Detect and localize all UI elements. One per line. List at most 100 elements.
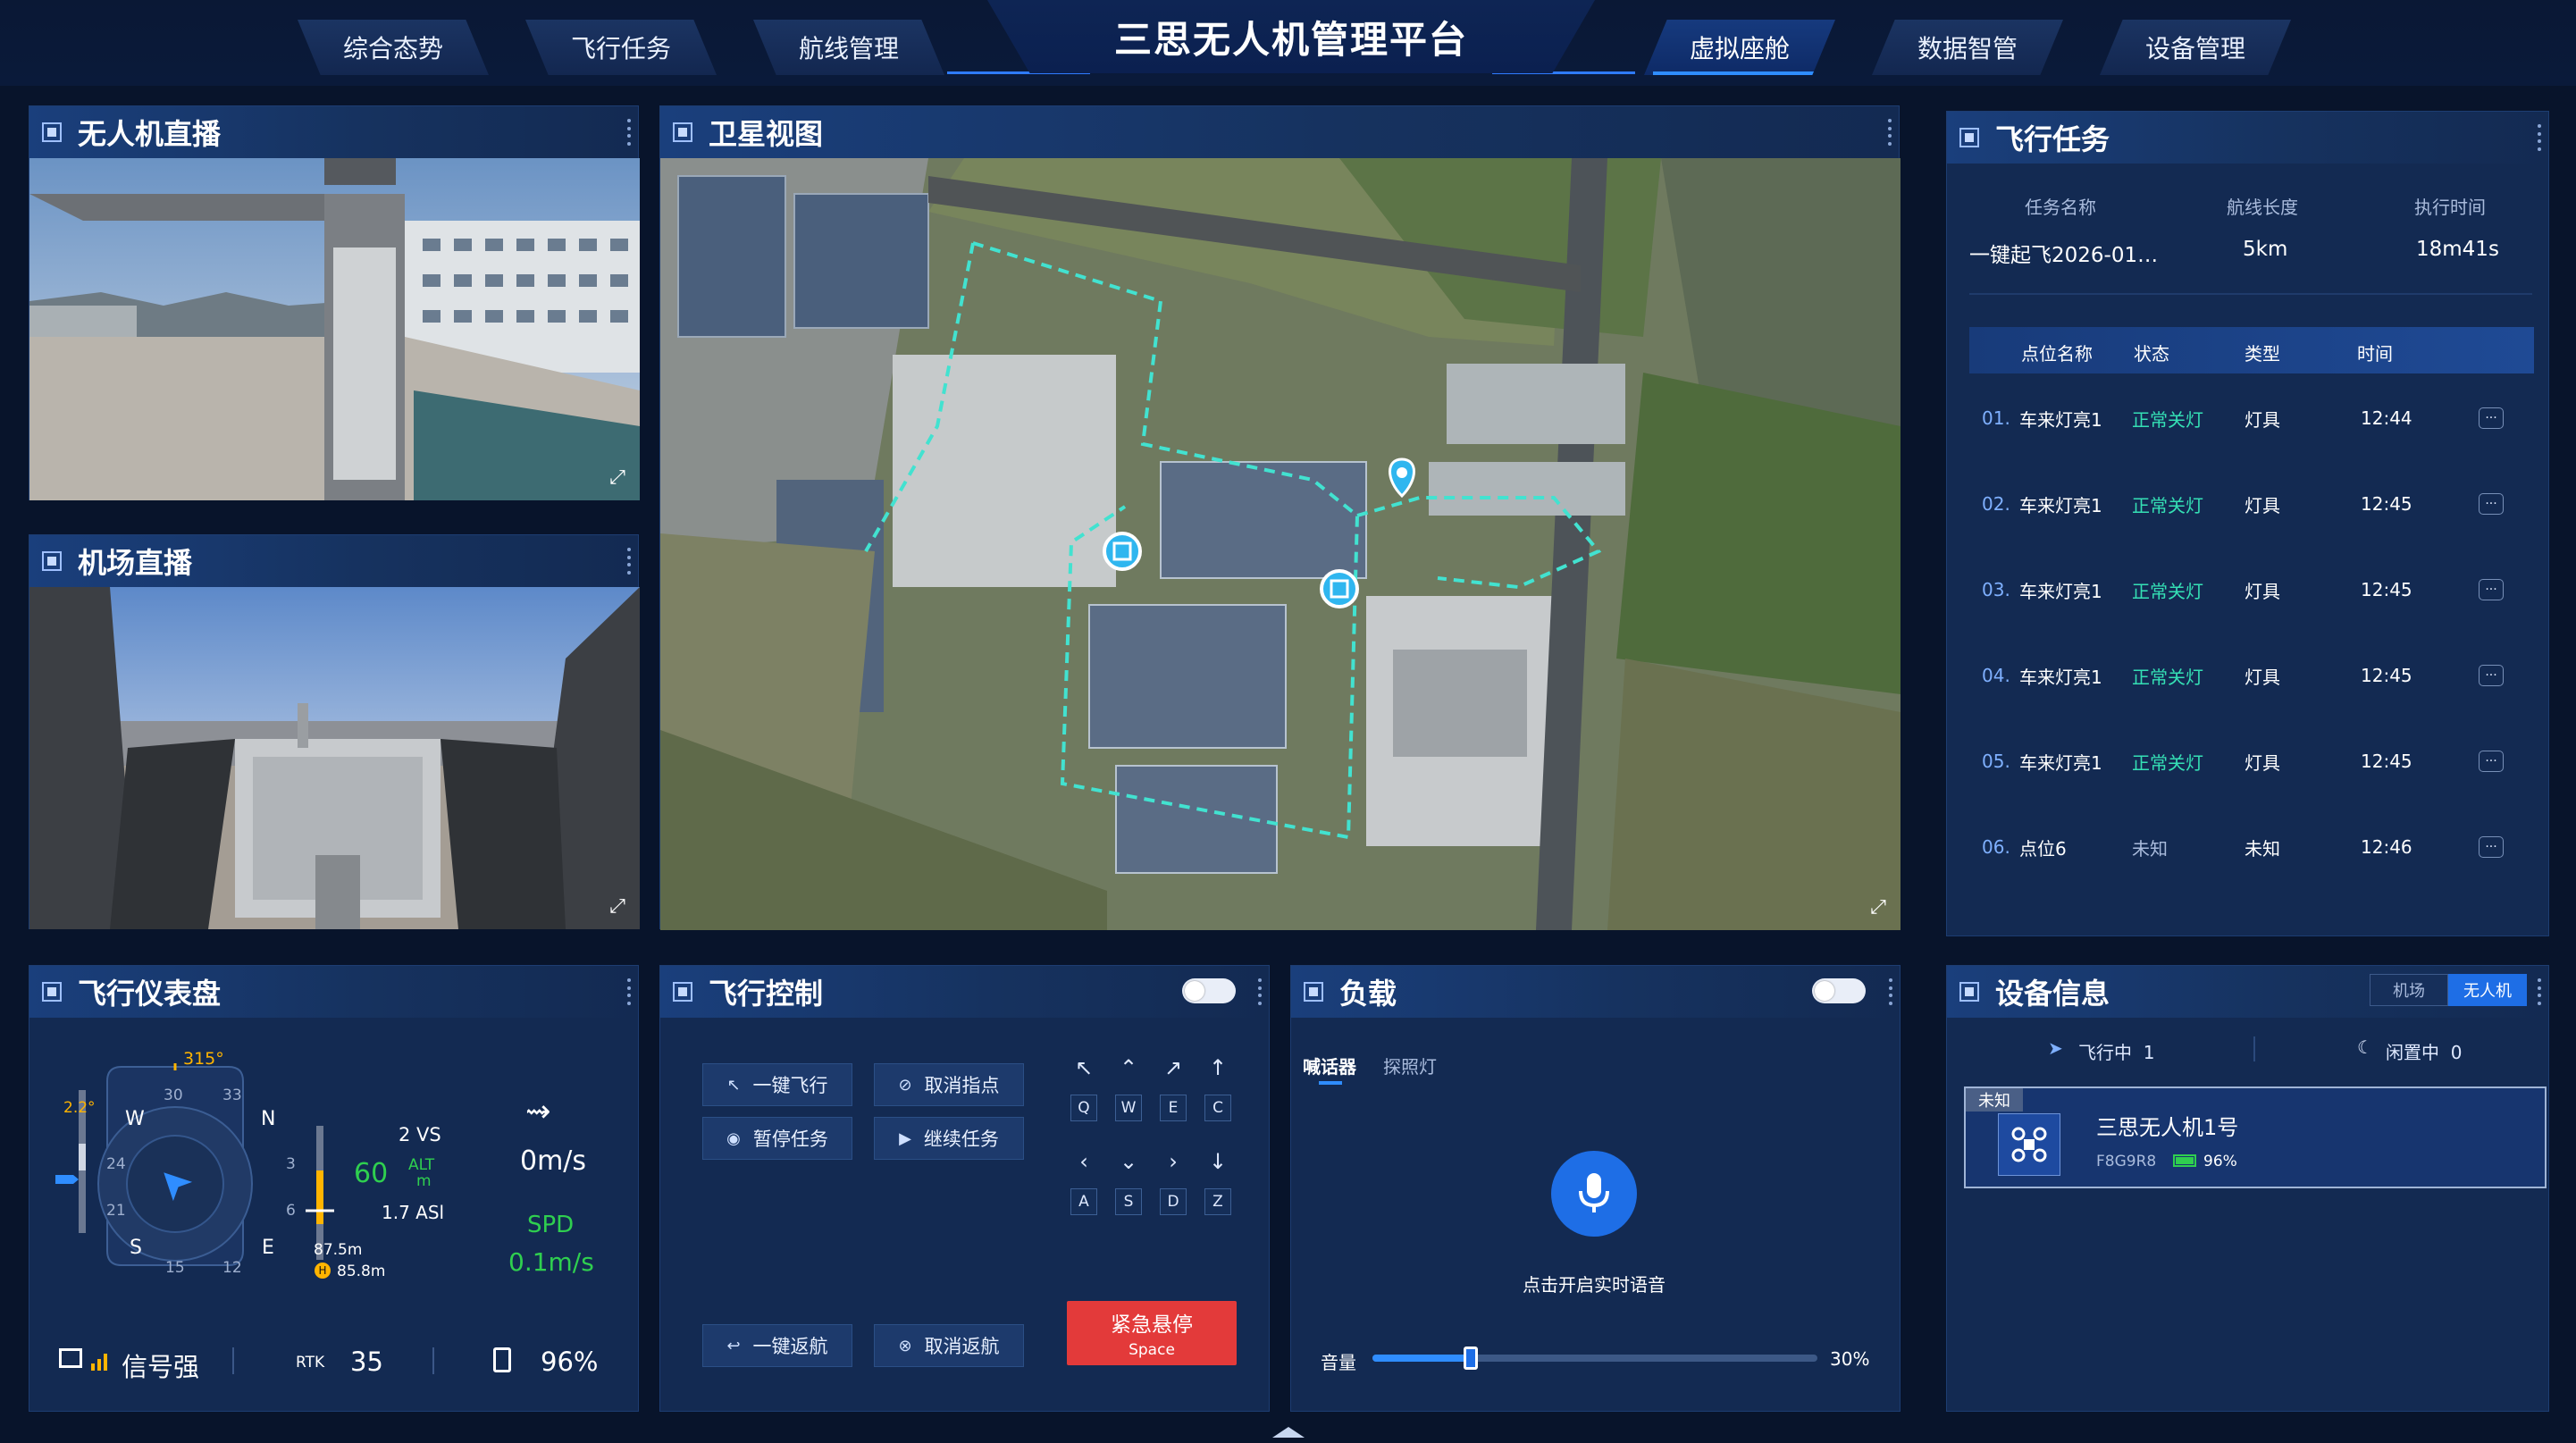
- tab-searchlight[interactable]: 探照灯: [1383, 1053, 1437, 1078]
- arrow-up-left-icon: ↖: [1074, 1055, 1094, 1080]
- control-toggle[interactable]: [1182, 978, 1236, 1003]
- more-icon[interactable]: [627, 548, 633, 575]
- more-icon[interactable]: [1258, 978, 1263, 1005]
- fullscreen-icon[interactable]: ⤢: [606, 895, 629, 919]
- tab-route-management[interactable]: 航线管理: [753, 20, 944, 75]
- arrow-up-icon: ⌃: [1119, 1055, 1138, 1080]
- panel-title: 负载: [1339, 977, 1397, 1011]
- waypoint-index: 02.: [1982, 493, 2010, 515]
- waypoint-row[interactable]: 04. 车来灯亮1 正常关灯 灯具 12:45 ···: [1971, 658, 2525, 693]
- tab-virtual-cockpit[interactable]: 虚拟座舱: [1644, 20, 1835, 75]
- col-task-name: 任务名称: [2025, 197, 2096, 218]
- more-icon[interactable]: [627, 119, 633, 146]
- fullscreen-icon[interactable]: ⤢: [606, 466, 629, 490]
- row-more-button[interactable]: ···: [2479, 407, 2504, 429]
- cancel-icon: ⊗: [898, 1336, 912, 1355]
- key-w[interactable]: W: [1115, 1095, 1142, 1121]
- tick-12: 12: [222, 1259, 242, 1277]
- more-icon[interactable]: [1888, 119, 1893, 146]
- return-home-button[interactable]: ↩ 一键返航: [702, 1324, 852, 1367]
- waypoint-status: 正常关灯: [2132, 580, 2203, 602]
- key-c[interactable]: C: [1204, 1095, 1231, 1121]
- status-badge: 未知: [1966, 1088, 2023, 1112]
- airport-live-panel: 机场直播 ⤢: [29, 534, 640, 929]
- page-title: 三思无人机管理平台: [987, 0, 1595, 73]
- waypoint-type: 灯具: [2245, 580, 2280, 602]
- emergency-hover-button[interactable]: 紧急悬停 Space: [1067, 1301, 1237, 1365]
- key-s[interactable]: S: [1115, 1188, 1142, 1215]
- row-more-button[interactable]: ···: [2479, 579, 2504, 600]
- waypoint-type: 灯具: [2245, 751, 2280, 774]
- waypoint-type: 灯具: [2245, 408, 2280, 431]
- volume-thumb[interactable]: [1463, 1347, 1478, 1370]
- row-more-button[interactable]: ···: [2479, 493, 2504, 515]
- waypoint-status: 正常关灯: [2132, 751, 2203, 774]
- panel-title: 飞行控制: [709, 977, 824, 1011]
- waypoint-name: 车来灯亮1: [2019, 751, 2102, 774]
- waypoint-row[interactable]: 01. 车来灯亮1 正常关灯 灯具 12:44 ···: [1971, 400, 2525, 436]
- arrow-left-icon: ‹: [1079, 1149, 1088, 1174]
- cancel-point-button[interactable]: ⊘ 取消指点: [874, 1063, 1024, 1106]
- idle-count: 闲置中 0: [2386, 1042, 2463, 1063]
- altitude-unit: m: [416, 1172, 432, 1190]
- key-z[interactable]: Z: [1204, 1188, 1231, 1215]
- waypoint-row[interactable]: 02. 车来灯亮1 正常关灯 灯具 12:45 ···: [1971, 486, 2525, 522]
- task-summary-row[interactable]: 一键起飞2026-01… 5km 18m41s: [1969, 238, 2532, 282]
- uav-video-feed[interactable]: ⤢: [29, 158, 640, 500]
- dock-marker-2-icon[interactable]: [1320, 569, 1359, 608]
- waypoint-row[interactable]: 03. 车来灯亮1 正常关灯 灯具 12:45 ···: [1971, 572, 2525, 608]
- waypoint-row[interactable]: 06. 点位6 未知 未知 12:46 ···: [1971, 829, 2525, 865]
- tab-overview[interactable]: 综合态势: [298, 20, 489, 75]
- cancel-return-button[interactable]: ⊗ 取消返航: [874, 1324, 1024, 1367]
- height-1: 87.5m: [314, 1241, 363, 1259]
- tick-30: 30: [164, 1086, 183, 1104]
- button-label: 一键飞行: [752, 1075, 828, 1096]
- tab-device-management[interactable]: 设备管理: [2100, 20, 2291, 75]
- drone-card[interactable]: 未知 三思无人机1号 F8G9R8 96%: [1964, 1086, 2547, 1188]
- drone-serial: F8G9R8: [2096, 1153, 2157, 1170]
- col-route-length: 航线长度: [2227, 197, 2298, 218]
- tab-flight-task[interactable]: 飞行任务: [525, 20, 717, 75]
- satellite-map[interactable]: ⤢: [660, 158, 1901, 930]
- row-more-button[interactable]: ···: [2479, 836, 2504, 858]
- fly-icon: ↖: [726, 1075, 741, 1095]
- volume-fill: [1372, 1355, 1471, 1362]
- row-more-button[interactable]: ···: [2479, 751, 2504, 772]
- more-icon[interactable]: [1889, 978, 1894, 1005]
- tab-drone[interactable]: 无人机: [2448, 974, 2527, 1006]
- pause-task-button[interactable]: ◉ 暂停任务: [702, 1117, 852, 1160]
- waypoint-type: 灯具: [2245, 666, 2280, 688]
- key-q[interactable]: Q: [1070, 1095, 1097, 1121]
- one-key-fly-button[interactable]: ↖ 一键飞行: [702, 1063, 852, 1106]
- tab-data-management[interactable]: 数据智管: [1872, 20, 2063, 75]
- tab-dock[interactable]: 机场: [2370, 974, 2448, 1006]
- panel-title: 卫星视图: [709, 117, 824, 151]
- volume-slider[interactable]: [1372, 1347, 1817, 1370]
- key-a[interactable]: A: [1070, 1188, 1097, 1215]
- airport-video-feed[interactable]: ⤢: [29, 587, 640, 929]
- task-name: 一键起飞2026-01…: [1969, 244, 2159, 267]
- tick-15: 15: [165, 1259, 185, 1277]
- plane-icon: ➤: [2048, 1037, 2063, 1059]
- tab-indicator: [1319, 1081, 1342, 1085]
- collapse-handle-icon[interactable]: [1269, 1425, 1308, 1439]
- tab-speaker[interactable]: 喊话器: [1303, 1053, 1356, 1078]
- row-more-button[interactable]: ···: [2479, 665, 2504, 686]
- panel-title: 飞行任务: [1995, 122, 2110, 156]
- dock-marker-1-icon[interactable]: [1103, 532, 1142, 571]
- fullscreen-icon[interactable]: ⤢: [1867, 896, 1890, 919]
- resume-task-button[interactable]: ▶ 继续任务: [874, 1117, 1024, 1160]
- more-icon[interactable]: [2538, 124, 2543, 151]
- divider: [432, 1347, 434, 1374]
- drone-avatar: [1998, 1113, 2060, 1176]
- volume-value: 30%: [1830, 1348, 1870, 1370]
- control-toggle[interactable]: [1812, 978, 1866, 1003]
- speed-value: 0.1m/s: [508, 1247, 594, 1277]
- key-d[interactable]: D: [1160, 1188, 1187, 1215]
- waypoint-row[interactable]: 05. 车来灯亮1 正常关灯 灯具 12:45 ···: [1971, 743, 2525, 779]
- more-icon[interactable]: [627, 978, 633, 1005]
- microphone-button[interactable]: [1551, 1151, 1637, 1237]
- more-icon[interactable]: [2538, 978, 2543, 1005]
- microphone-icon: [1579, 1173, 1609, 1212]
- key-e[interactable]: E: [1160, 1095, 1187, 1121]
